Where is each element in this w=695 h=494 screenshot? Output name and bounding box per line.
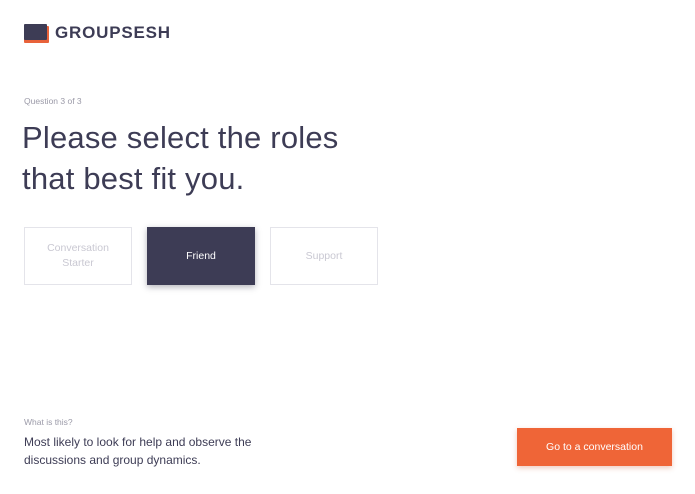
chat-bubble-icon [24, 23, 49, 43]
role-option-label: Support [305, 249, 343, 262]
go-to-conversation-button[interactable]: Go to a conversation [517, 428, 672, 466]
role-option-label: Friend [186, 249, 216, 262]
info-label: What is this? [24, 417, 73, 427]
title-line-1: Please select the roles [22, 120, 339, 155]
role-options: Conversation Starter Friend Support [24, 227, 384, 287]
role-option-label: Conversation Starter [47, 242, 109, 269]
question-progress: Question 3 of 3 [24, 96, 82, 106]
title-line-2: that best fit you. [22, 161, 245, 196]
brand-name: GROUPSESH [55, 23, 171, 42]
cta-label: Go to a conversation [546, 441, 643, 453]
page-title: Please select the roles that best fit yo… [22, 117, 442, 199]
role-option-friend[interactable]: Friend [147, 227, 255, 285]
info-description: Most likely to look for help and observe… [24, 435, 252, 467]
logo: GROUPSESH [24, 23, 171, 43]
role-option-conversation-starter[interactable]: Conversation Starter [24, 227, 132, 285]
role-option-support[interactable]: Support [270, 227, 378, 285]
